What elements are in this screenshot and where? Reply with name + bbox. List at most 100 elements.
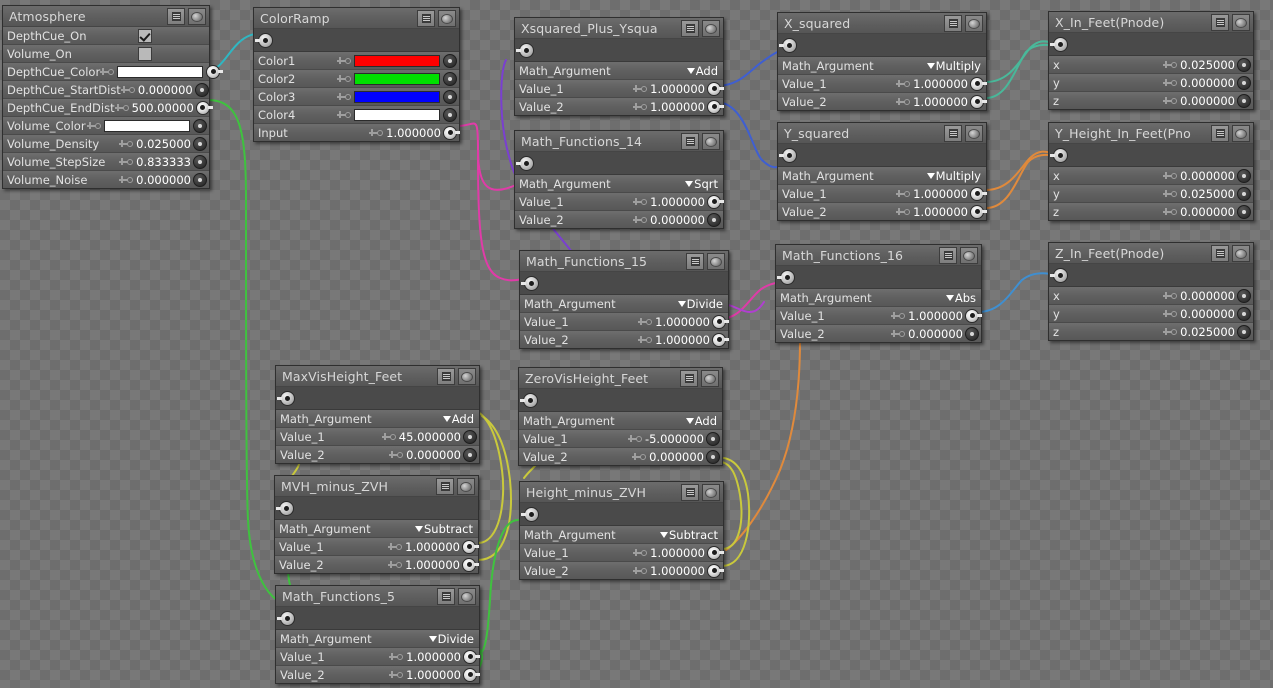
node-input-port-row[interactable] xyxy=(520,272,728,295)
param-row[interactable]: Value_1 1.000000 xyxy=(520,544,724,562)
node-x_squared[interactable]: X_squared Math_Argument Multiply Value_1 1.0… xyxy=(777,12,987,111)
node-xsquared_plus_ysqua[interactable]: Xsquared_Plus_Ysqua Math_Argument Add Value… xyxy=(514,17,724,116)
param-row[interactable]: Color3 xyxy=(254,88,459,106)
keyframe-icon[interactable] xyxy=(638,335,653,344)
keyframe-icon[interactable] xyxy=(891,311,906,320)
node-input-port-row[interactable] xyxy=(778,34,986,57)
param-output-port[interactable] xyxy=(1237,75,1251,90)
param-dropdown-value[interactable]: Abs xyxy=(955,291,976,305)
param-output-port[interactable] xyxy=(463,667,480,682)
param-row[interactable]: Value_1 -5.000000 xyxy=(519,430,722,448)
keyframe-icon[interactable] xyxy=(896,79,911,88)
keyframe-icon[interactable] xyxy=(337,92,351,101)
param-output-port[interactable] xyxy=(970,204,987,219)
param-row[interactable]: y 0.025000 xyxy=(1049,185,1253,203)
list-lines-icon[interactable] xyxy=(1211,245,1229,262)
param-output-port[interactable] xyxy=(193,136,207,151)
param-output-port[interactable] xyxy=(195,100,213,115)
node-height_minus_zvh[interactable]: Height_minus_ZVH Math_Argument Subtract Val… xyxy=(519,481,724,580)
keyframe-icon[interactable] xyxy=(337,56,351,65)
node-title-bar[interactable]: MVH_minus_ZVH xyxy=(275,476,478,497)
param-row[interactable]: Value_1 1.000000 xyxy=(778,185,987,203)
color-swatch[interactable] xyxy=(354,72,440,85)
node-input-port-row[interactable] xyxy=(778,144,986,167)
param-row[interactable]: Math_Argument Sqrt xyxy=(515,175,723,193)
list-lines-icon[interactable] xyxy=(944,15,962,32)
param-output-port[interactable] xyxy=(193,154,207,169)
keyframe-icon[interactable] xyxy=(633,548,648,557)
wire-math16-down-to-height-minus[interactable] xyxy=(725,339,801,551)
param-row[interactable]: DepthCue_StartDist 0.000000 xyxy=(3,81,209,99)
param-value[interactable]: 0.000000 xyxy=(1180,289,1235,303)
param-value[interactable]: -5.000000 xyxy=(645,432,704,446)
param-output-port[interactable] xyxy=(206,64,224,79)
param-output-port[interactable] xyxy=(1237,306,1251,321)
param-dropdown-value[interactable]: Add xyxy=(452,412,474,426)
node-input-port-icon[interactable] xyxy=(516,155,534,171)
param-row[interactable]: Volume_StepSize 0.833333 xyxy=(3,153,209,171)
keyframe-icon[interactable] xyxy=(1163,171,1178,180)
list-lines-icon[interactable] xyxy=(437,368,455,385)
wire-height-minus-val2[interactable] xyxy=(721,457,751,567)
keyframe-icon[interactable] xyxy=(389,652,404,661)
node-math_functions_16[interactable]: Math_Functions_16 Math_Argument Abs Value_1… xyxy=(775,244,982,343)
node-input-port-icon[interactable] xyxy=(521,275,539,291)
param-row[interactable]: Value_2 0.000000 xyxy=(515,211,723,228)
node-input-port-row[interactable] xyxy=(1049,144,1253,167)
param-row[interactable]: x 0.000000 xyxy=(1049,287,1253,305)
sphere-preview-icon[interactable] xyxy=(702,484,720,501)
param-value[interactable]: 0.000000 xyxy=(406,448,461,462)
node-title-bar[interactable]: Math_Functions_14 xyxy=(515,131,723,152)
wire-ysquared-val2-to-yheight[interactable] xyxy=(985,153,1057,209)
list-lines-icon[interactable] xyxy=(681,133,699,150)
chevron-down-icon[interactable] xyxy=(926,172,935,179)
wire-math16-to-zinfeet[interactable] xyxy=(977,272,1057,313)
param-row[interactable]: z 0.000000 xyxy=(1049,203,1253,220)
param-value[interactable]: 1.000000 xyxy=(913,77,968,91)
keyframe-icon[interactable] xyxy=(119,139,134,148)
param-row[interactable]: Color1 xyxy=(254,52,459,70)
node-zerovisheight_feet[interactable]: ZeroVisHeight_Feet Math_Argument Add Value_… xyxy=(518,367,723,466)
node-input-port-icon[interactable] xyxy=(276,500,294,516)
keyframe-icon[interactable] xyxy=(891,329,906,338)
keyframe-icon[interactable] xyxy=(633,566,648,575)
node-input-port-row[interactable] xyxy=(1049,33,1253,56)
node-title-bar[interactable]: Math_Functions_5 xyxy=(276,586,479,607)
param-dropdown-value[interactable]: Sqrt xyxy=(694,177,718,191)
param-row[interactable]: Value_2 0.000000 xyxy=(519,448,722,465)
list-lines-icon[interactable] xyxy=(437,588,455,605)
param-row[interactable]: Color2 xyxy=(254,70,459,88)
node-input-port-icon[interactable] xyxy=(1050,267,1068,283)
param-row[interactable]: Value_2 1.000000 xyxy=(515,98,724,115)
node-colorramp[interactable]: ColorRamp Color1 Color2 Color3 Color4 Input 1.… xyxy=(253,7,460,142)
node-input-port-icon[interactable] xyxy=(277,610,295,626)
chevron-down-icon[interactable] xyxy=(659,531,668,538)
wire-xsquared-out-to-xinfeet[interactable] xyxy=(985,40,1057,83)
sphere-preview-icon[interactable] xyxy=(965,125,983,142)
param-output-port[interactable] xyxy=(707,99,724,114)
node-title-bar[interactable]: MaxVisHeight_Feet xyxy=(276,366,479,387)
param-output-port[interactable] xyxy=(706,449,720,464)
sphere-preview-icon[interactable] xyxy=(701,370,719,387)
sphere-preview-icon[interactable] xyxy=(458,368,476,385)
param-output-port[interactable] xyxy=(707,212,721,227)
keyframe-icon[interactable] xyxy=(1163,189,1178,198)
sphere-preview-icon[interactable] xyxy=(1232,14,1250,31)
list-lines-icon[interactable] xyxy=(1211,14,1229,31)
param-value[interactable]: 0.000000 xyxy=(1180,205,1235,219)
param-output-port[interactable] xyxy=(443,107,457,122)
keyframe-icon[interactable] xyxy=(633,197,648,206)
keyframe-icon[interactable] xyxy=(1163,207,1178,216)
param-row[interactable]: Math_Argument Subtract xyxy=(520,526,723,544)
param-value[interactable]: 0.833333 xyxy=(136,155,191,169)
node-input-port-icon[interactable] xyxy=(277,390,295,406)
keyframe-icon[interactable] xyxy=(1163,78,1178,87)
param-output-port[interactable] xyxy=(707,563,724,578)
keyframe-icon[interactable] xyxy=(87,121,101,130)
param-row[interactable]: Volume_On xyxy=(3,45,209,63)
keyframe-icon[interactable] xyxy=(1163,309,1178,318)
param-row[interactable]: DepthCue_EndDist 500.00000 xyxy=(3,99,213,117)
param-output-port[interactable] xyxy=(462,557,479,572)
param-value[interactable]: 1.000000 xyxy=(650,564,705,578)
param-row[interactable]: Value_2 1.000000 xyxy=(276,666,480,683)
